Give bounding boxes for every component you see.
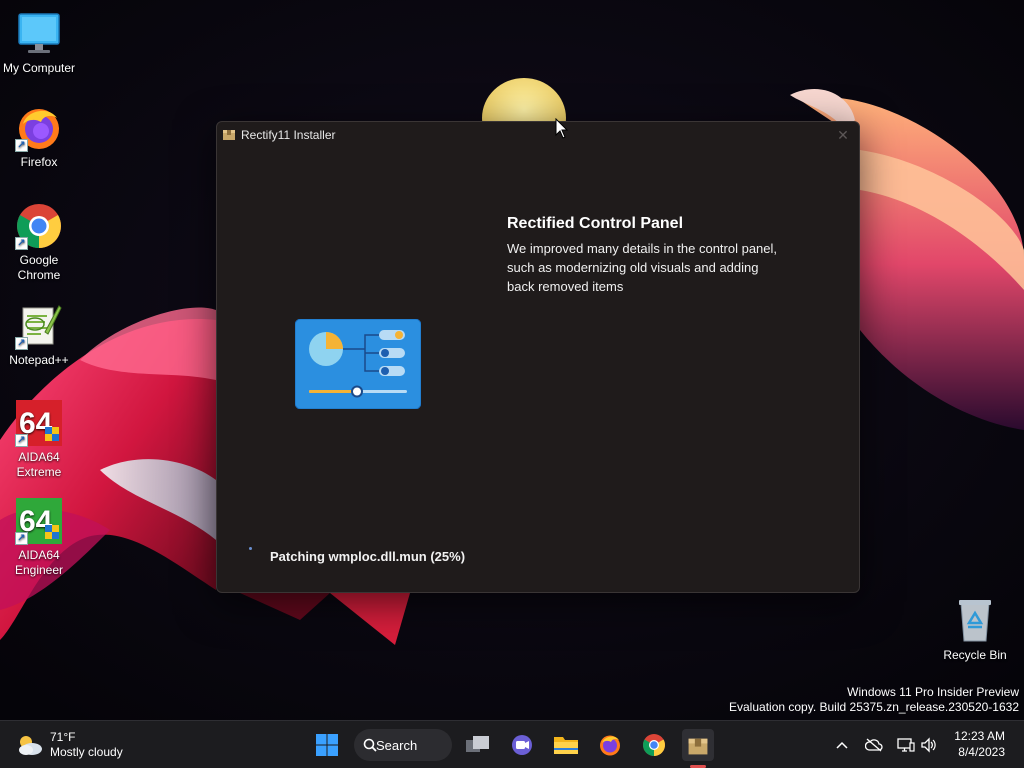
taskbar-clock[interactable]: 12:23 AM 8/4/2023 [954,728,1005,760]
weather-condition: Mostly cloudy [50,745,123,759]
mouse-cursor-icon [555,117,569,140]
desktop-icon-notepadpp[interactable]: ↗ Notepad++ [0,302,78,368]
desktop-icon-label: AIDA64 Extreme [16,450,62,479]
desktop-icon-aida64-extreme[interactable]: 64 ↗ AIDA64 Extreme [0,399,78,480]
file-explorer-button[interactable] [550,729,582,761]
watermark-build: Evaluation copy. Build 25375.zn_release.… [729,700,1019,714]
firefox-taskbar-button[interactable] [594,729,626,761]
feature-description: We improved many details in the control … [507,241,778,294]
desktop-icon-chrome[interactable]: ↗ Google Chrome [0,202,78,283]
desktop-icon-label: Recycle Bin [943,648,1007,662]
control-panel-icon [294,318,422,410]
chrome-icon [643,734,665,756]
windows-start-icon [316,734,338,756]
close-button[interactable]: ✕ [833,125,853,145]
shortcut-arrow-icon: ↗ [15,139,28,152]
chevron-up-icon [836,741,848,749]
start-button[interactable] [311,729,343,761]
file-explorer-icon [554,737,578,754]
chrome-taskbar-button[interactable] [638,729,670,761]
feature-title: Rectified Control Panel [507,215,684,232]
search-icon [363,738,377,752]
rectify11-installer-window[interactable]: Rectify11 Installer ✕ Rectified Control … [216,121,860,593]
desktop-icon-aida64-engineer[interactable]: 64 ↗ AIDA64 Engineer [0,497,78,578]
shortcut-arrow-icon: ↗ [15,434,28,447]
weather-widget[interactable]: 71°F Mostly cloudy [16,729,123,761]
desktop-icon-my-computer[interactable]: My Computer [0,10,78,76]
network-icon [897,738,915,752]
shortcut-arrow-icon: ↗ [15,237,28,250]
desktop-icon-label: Notepad++ [9,353,69,367]
taskbar: 71°F Mostly cloudy Search 12:23 AM 8/4/2… [0,720,1024,768]
clock-time: 12:23 AM [954,729,1005,743]
onedrive-offline-button[interactable] [864,735,884,755]
desktop-icon-recycle-bin[interactable]: Recycle Bin [936,597,1014,663]
desktop-icon-firefox[interactable]: ↗ Firefox [0,104,78,170]
shortcut-arrow-icon: ↗ [15,532,28,545]
progress-spinner-icon [249,547,252,550]
window-title: Rectify11 Installer [241,128,336,142]
task-view-button[interactable] [462,729,494,761]
notepad-plus-plus-icon: ↗ [15,302,63,350]
rectify11-installer-taskbar-button[interactable] [682,729,714,761]
firefox-icon [600,735,620,756]
shortcut-arrow-icon: ↗ [15,337,28,350]
desktop-icon-label: Firefox [20,155,58,169]
chat-button[interactable] [506,729,538,761]
cloudy-weather-icon [16,734,44,756]
desktop-icon-label: AIDA64 Engineer [14,548,64,577]
chat-icon [512,735,532,755]
installer-box-icon [222,127,236,141]
windows-evaluation-watermark: Windows 11 Pro Insider Preview Evaluatio… [729,685,1019,715]
install-status-text: Patching wmploc.dll.mun (25%) [270,549,466,564]
recycle-bin-icon [951,597,999,645]
desktop-icon-label: My Computer [2,61,76,75]
watermark-edition: Windows 11 Pro Insider Preview [847,685,1019,699]
volume-button[interactable] [919,735,939,755]
show-hidden-icons-button[interactable] [832,735,852,755]
chrome-icon: ↗ [15,202,63,250]
window-titlebar[interactable]: Rectify11 Installer ✕ [217,122,859,148]
aida64-extreme-icon: 64 ↗ [15,399,63,447]
aida64-engineer-icon: 64 ↗ [15,497,63,545]
cloud-offline-icon [865,738,883,752]
monitor-icon [15,10,63,58]
speaker-icon [921,737,936,753]
weather-temperature: 71°F [50,730,76,744]
firefox-icon: ↗ [15,104,63,152]
network-button[interactable] [896,735,916,755]
clock-date: 8/4/2023 [958,745,1005,759]
rectify11-installer-icon [688,738,708,755]
search-label: Search [376,737,418,753]
task-view-icon [466,736,489,752]
taskbar-search-button[interactable]: Search [354,729,452,761]
desktop-icon-label: Google Chrome [17,253,61,282]
